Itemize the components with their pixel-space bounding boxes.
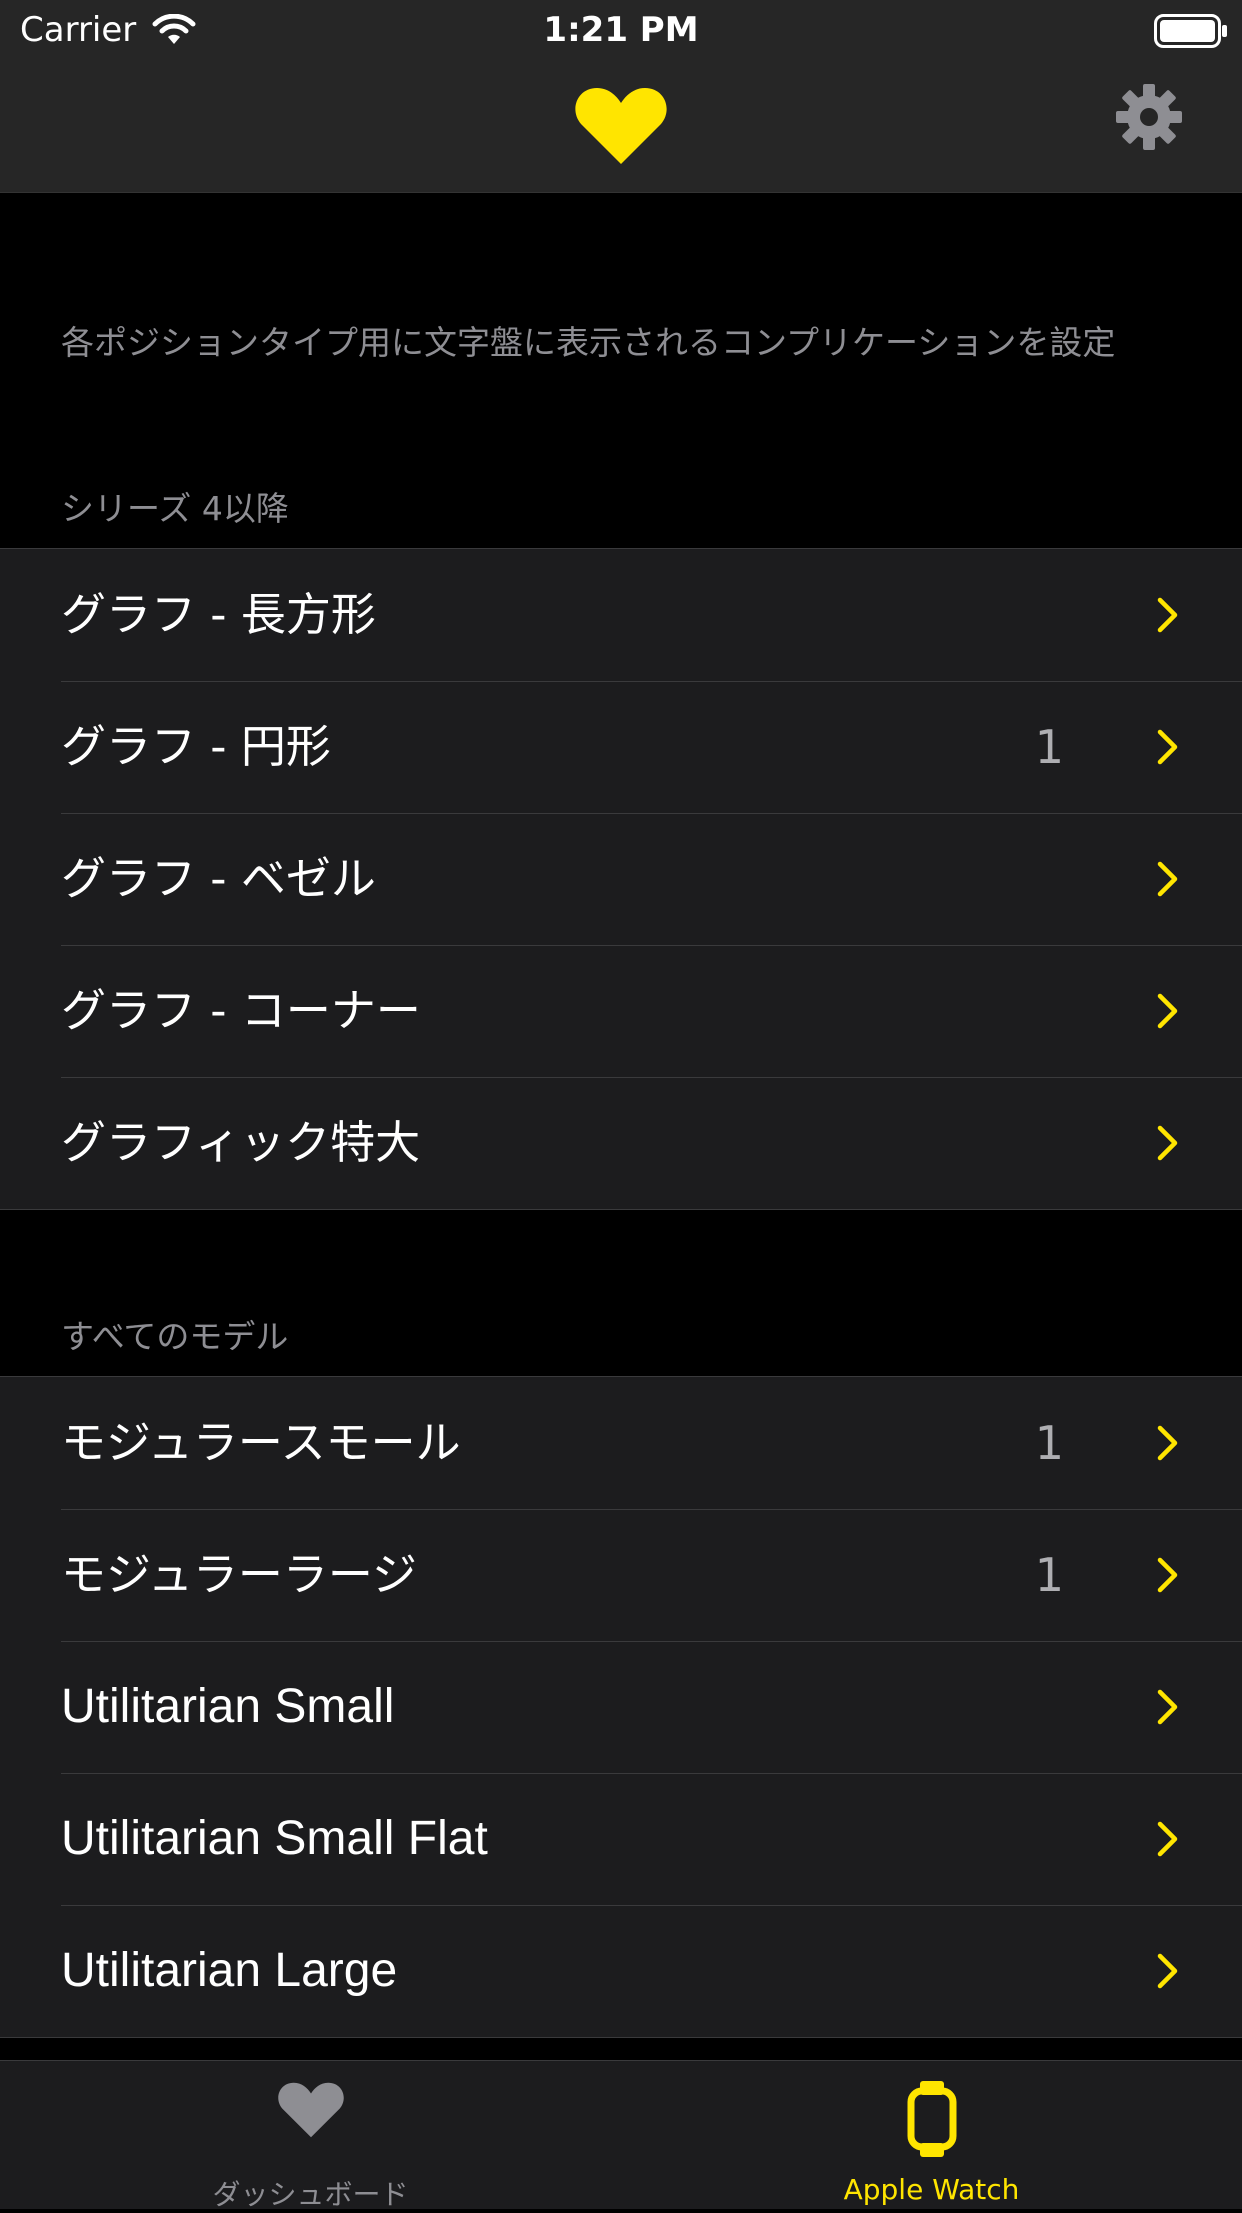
list-group-series4: グラフ - 長方形 グラフ - 円形 1 グラフ - ベゼル グラフ - コーナ… [0,548,1242,1210]
row-label: Utilitarian Large [61,1944,398,1997]
status-bar: Carrier 1:21 PM [0,0,1242,60]
heart-icon [575,86,667,170]
row-modular-large[interactable]: モジュラーラージ 1 [0,1509,1242,1641]
chevron-right-icon [1156,861,1180,901]
row-count: 1 [1034,1548,1064,1602]
tab-apple-watch[interactable]: Apple Watch [621,2061,1242,2209]
section-header-all-models: すべてのモデル [61,1317,289,1356]
row-utilitarian-small[interactable]: Utilitarian Small [0,1641,1242,1773]
list-group-all-models: モジュラースモール 1 モジュラーラージ 1 Utilitarian Small… [0,1376,1242,2038]
chevron-right-icon [1156,1425,1180,1465]
row-utilitarian-small-flat[interactable]: Utilitarian Small Flat [0,1773,1242,1905]
tab-label: ダッシュボード [212,2178,409,2211]
tab-bar: ダッシュボード Apple Watch [0,2060,1242,2211]
chevron-right-icon [1156,1953,1180,1993]
row-label: グラフィック特大 [61,1116,421,1169]
clock: 1:21 PM [543,10,699,50]
row-count: 1 [1034,720,1064,774]
heart-icon [0,2081,621,2139]
battery-icon [1154,14,1228,52]
row-count: 1 [1034,1416,1064,1470]
chevron-right-icon [1156,1689,1180,1729]
section-header-series4: シリーズ 4以降 [61,489,289,528]
chevron-right-icon [1156,1557,1180,1597]
gear-icon[interactable] [1116,84,1182,154]
watch-icon [621,2081,1242,2157]
tab-dashboard[interactable]: ダッシュボード [0,2061,621,2211]
row-modular-small[interactable]: モジュラースモール 1 [0,1377,1242,1509]
row-graphic-circular[interactable]: グラフ - 円形 1 [0,681,1242,813]
row-label: グラフ - コーナー [61,984,421,1037]
row-label: モジュラースモール [61,1416,461,1469]
navigation-bar [0,60,1242,193]
row-label: グラフ - ベゼル [61,852,376,905]
row-utilitarian-large[interactable]: Utilitarian Large [0,1905,1242,2037]
description-text: 各ポジションタイプ用に文字盤に表示されるコンプリケーションを設定 [61,323,1116,362]
chevron-right-icon [1156,1125,1180,1165]
row-graphic-corner[interactable]: グラフ - コーナー [0,945,1242,1077]
row-label: Utilitarian Small [61,1680,395,1733]
row-label: グラフ - 長方形 [61,588,376,641]
row-graphic-extra-large[interactable]: グラフィック特大 [0,1077,1242,1209]
row-graphic-bezel[interactable]: グラフ - ベゼル [0,813,1242,945]
row-graphic-rectangular[interactable]: グラフ - 長方形 [0,549,1242,681]
chevron-right-icon [1156,1821,1180,1861]
chevron-right-icon [1156,597,1180,637]
row-label: モジュラーラージ [61,1548,417,1601]
chevron-right-icon [1156,729,1180,769]
chevron-right-icon [1156,993,1180,1033]
row-label: グラフ - 円形 [61,720,331,773]
row-label: Utilitarian Small Flat [61,1812,488,1865]
tab-label: Apple Watch [843,2173,1020,2206]
